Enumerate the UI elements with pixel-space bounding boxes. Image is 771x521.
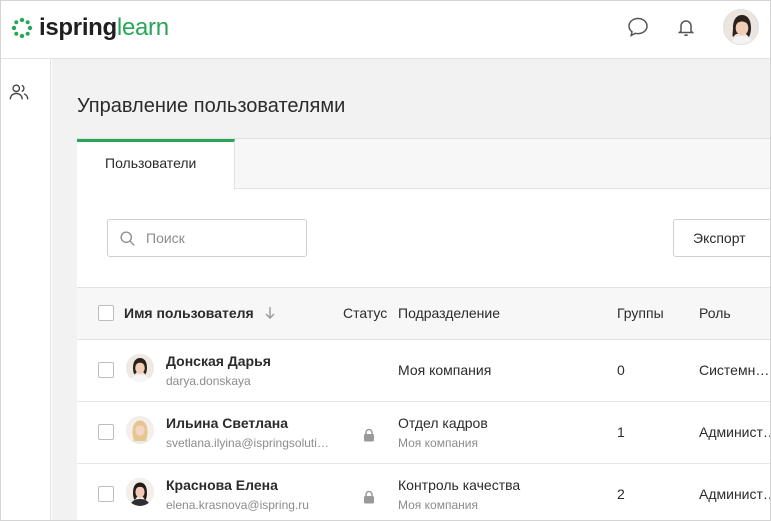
user-login: darya.donskaya [166, 374, 251, 388]
lock-icon [364, 428, 374, 442]
user-login: elena.krasnova@ispring.ru [166, 498, 309, 512]
page-title: Управление пользователями [77, 95, 346, 117]
table-row[interactable]: Донская Дарья darya.donskaya Моя компани… [77, 340, 771, 402]
row-checkbox[interactable] [98, 362, 114, 378]
sort-down-icon [265, 307, 275, 319]
department-parent: Моя компания [398, 436, 478, 450]
ispring-logo-icon [11, 17, 33, 39]
role: Администратор [699, 486, 771, 502]
search-icon [120, 231, 135, 246]
logo[interactable]: ispringlearn [11, 13, 169, 43]
groups-count: 2 [617, 486, 625, 502]
department: Отдел кадров [398, 415, 488, 431]
row-checkbox[interactable] [98, 486, 114, 502]
sidebar [1, 59, 51, 520]
column-header-role[interactable]: Роль [699, 305, 731, 321]
user-name[interactable]: Ильина Светлана [166, 415, 288, 431]
user-name[interactable]: Донская Дарья [166, 353, 271, 369]
select-all-checkbox[interactable] [98, 305, 114, 321]
department-parent: Моя компания [398, 498, 478, 512]
role: Администратор [699, 424, 771, 440]
avatar [126, 478, 154, 506]
table-row[interactable]: Ильина Светлана svetlana.ilyina@isprings… [77, 402, 771, 464]
chat-icon[interactable] [626, 15, 650, 39]
top-bar: ispringlearn [1, 1, 770, 59]
table-row[interactable]: Краснова Елена elena.krasnova@ispring.ru… [77, 464, 771, 520]
column-header-department[interactable]: Подразделение [398, 305, 500, 321]
user-login: svetlana.ilyina@ispringsolutions.com [166, 436, 334, 450]
row-checkbox[interactable] [98, 424, 114, 440]
app-window: ispringlearn Управление пользователями П… [0, 0, 771, 521]
groups-count: 1 [617, 424, 625, 440]
department: Моя компания [398, 362, 492, 378]
column-header-name[interactable]: Имя пользователя [124, 305, 276, 321]
users-icon[interactable] [8, 81, 30, 103]
column-header-groups[interactable]: Группы [617, 305, 664, 321]
user-avatar[interactable] [723, 9, 759, 45]
avatar [126, 354, 154, 382]
search-box[interactable] [107, 219, 307, 257]
logo-text: ispringlearn [39, 14, 169, 41]
search-input[interactable] [146, 228, 296, 248]
user-name[interactable]: Краснова Елена [166, 477, 278, 493]
lock-icon [364, 490, 374, 504]
bell-icon[interactable] [674, 15, 698, 39]
column-header-status[interactable]: Статус [343, 305, 387, 321]
main-content: Управление пользователями Пользователи Э… [52, 59, 771, 520]
role: Системный администратор [699, 362, 771, 378]
tab-users[interactable]: Пользователи [77, 139, 235, 190]
export-button[interactable]: Экспорт [673, 219, 770, 257]
groups-count: 0 [617, 362, 625, 378]
tab-bar: Пользователи [77, 139, 770, 190]
users-card: Пользователи Экспорт Имя пользователя [77, 138, 771, 520]
department: Контроль качества [398, 477, 521, 493]
avatar [126, 416, 154, 444]
table-header: Имя пользователя Статус Подразделение Гр… [77, 287, 770, 340]
